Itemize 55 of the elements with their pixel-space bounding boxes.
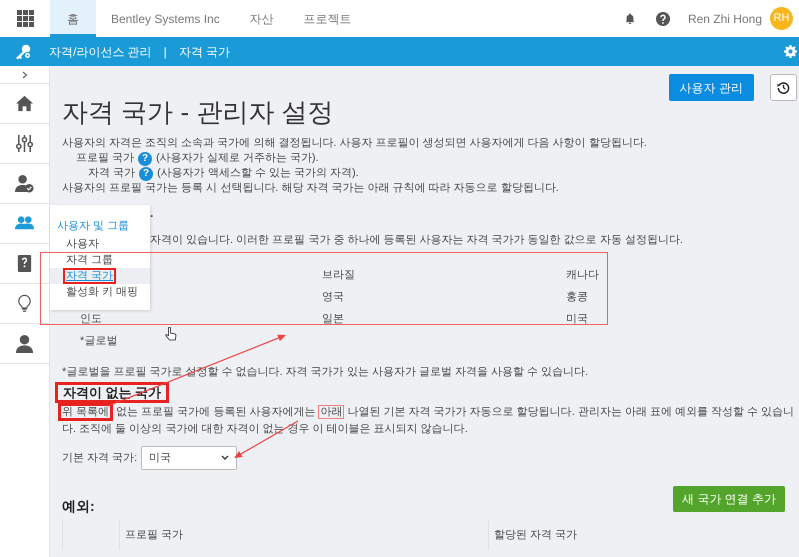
definition-text: (사용자가 실제로 거주하는 국가).: [156, 151, 319, 166]
column-header: 할당된 자격 국가: [494, 528, 578, 543]
country-name: 홍콩: [566, 290, 588, 305]
history-icon: [777, 81, 790, 94]
menu-heading: 사용자 및 그룹: [56, 219, 130, 234]
column-header: 프로필 국가: [125, 528, 184, 543]
help-badge[interactable]: ?: [138, 152, 152, 166]
help-badge[interactable]: ?: [139, 166, 154, 180]
section-heading: .: [150, 206, 154, 221]
sliders-icon[interactable]: [15, 134, 34, 153]
chevron-down-icon: [221, 455, 230, 461]
section-heading: 예외:: [62, 496, 95, 516]
menu-item[interactable]: 활성화 키 매핑: [50, 284, 150, 300]
apps-grid-icon[interactable]: [16, 10, 34, 27]
intro-text: 사용자의 자격은 조직의 소속과 국가에 의해 결정됩니다. 사용자 프로필이 생성되면 사용자에게 다음 사항이 할당됩니다.: [62, 136, 648, 151]
menu-item[interactable]: 자격 그룹: [50, 252, 150, 268]
page-title: 자격 국가 - 관리자 설정: [62, 97, 335, 127]
person-icon[interactable]: [15, 334, 34, 353]
history-button[interactable]: [770, 74, 797, 101]
question-book-icon[interactable]: [15, 254, 34, 273]
pointer-cursor-icon: [165, 327, 177, 342]
menu-item[interactable]: 사용자: [50, 236, 150, 252]
country-name: 브라질: [322, 268, 355, 283]
definition-text: (사용자가 액세스할 수 있는 국가의 자격).: [157, 166, 359, 182]
definition-term: 자격 국가: [88, 166, 136, 182]
user-check-icon[interactable]: [15, 174, 34, 193]
country-name: *글로벌: [80, 334, 118, 349]
country-dropdown[interactable]: 미국: [141, 446, 238, 470]
home-icon[interactable]: [15, 94, 34, 113]
field-label: 기본 자격 국가:: [62, 450, 138, 466]
breadcrumb-item[interactable]: 자격 국가: [178, 42, 230, 60]
manage-users-button[interactable]: 사용자 관리: [668, 74, 754, 101]
chevron-right-icon[interactable]: [22, 70, 28, 78]
nav-tab[interactable]: 자산: [234, 0, 289, 37]
nav-tab[interactable]: 프로젝트: [288, 0, 367, 37]
menu-item[interactable]: 자격 국가: [50, 268, 150, 284]
lightbulb-icon[interactable]: [15, 294, 34, 313]
rule-text: 자격이 있습니다. 이러한 프로필 국가 중 하나에 등록된 사용자는 자격 국가가 동일한 값으로 자동 설정됩니다.: [150, 233, 684, 248]
breadcrumb-separator: |: [164, 44, 167, 60]
nav-tab[interactable]: Bentley Systems Inc: [96, 0, 235, 37]
breadcrumb-item[interactable]: 자격/라이선스 관리: [49, 42, 152, 60]
country-name: 캐나다: [566, 268, 599, 283]
nav-tab[interactable]: 홈: [50, 0, 96, 37]
note-text: 사용자의 프로필 국가는 등록 시 선택됩니다. 해당 자격 국가는 아래 규칙에 따라 자동으로 할당됩니다.: [62, 181, 560, 196]
country-name: 인도: [80, 312, 102, 327]
add-country-link-button[interactable]: 새 국가 연결 추가: [672, 486, 785, 512]
country-name: 미국: [566, 312, 588, 327]
country-name: 일본: [322, 312, 344, 327]
country-name: 영국: [322, 290, 344, 305]
key-gear-icon: [14, 44, 32, 60]
help-icon[interactable]: [656, 12, 670, 26]
settings-icon[interactable]: [784, 45, 797, 58]
bell-icon[interactable]: [624, 12, 636, 25]
user-name[interactable]: Ren Zhi Hong: [688, 10, 762, 28]
definition-term: 프로필 국가: [76, 151, 134, 166]
